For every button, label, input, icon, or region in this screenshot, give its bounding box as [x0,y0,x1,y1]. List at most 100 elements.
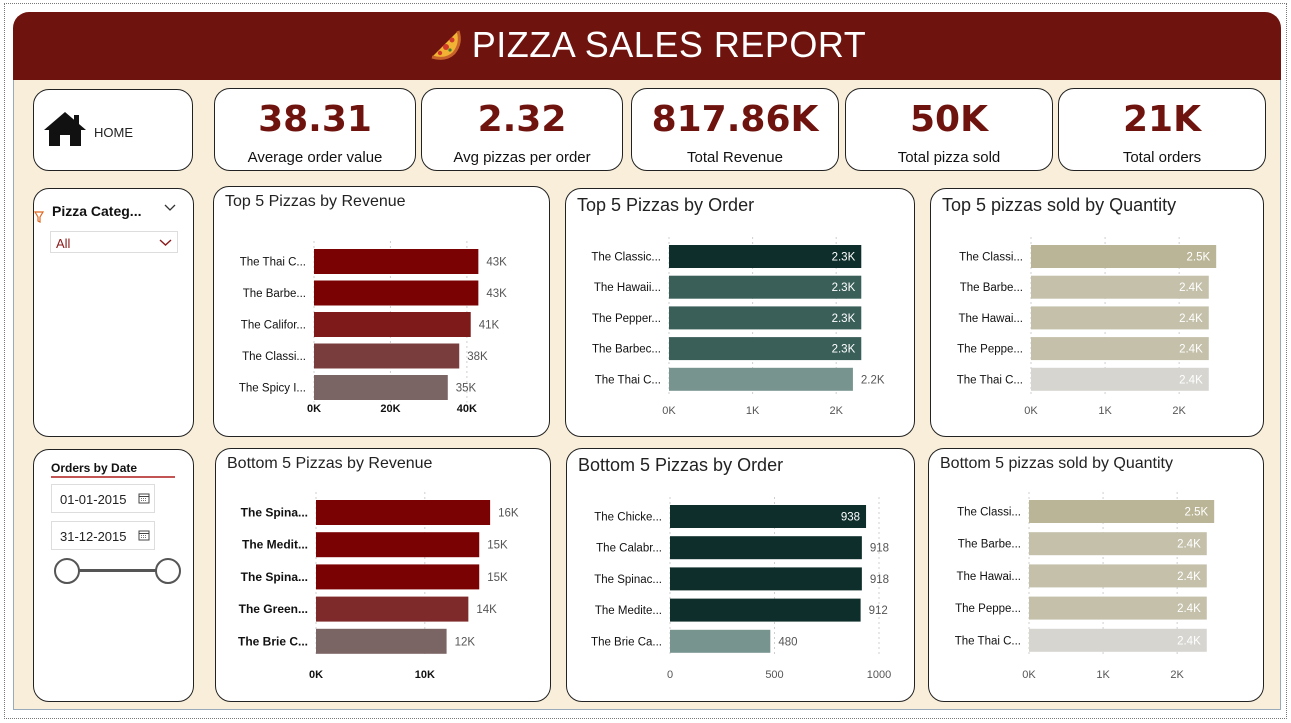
top-quantity-chart: 0K 1K 2K The Classi... 2.5K The Barbe... 2.4K T… [957,237,1217,417]
category-label: The Spicy I... [239,383,306,395]
chart-card-top-revenue: Top 5 Pizzas by Revenue 0K 20K 40K The Thai… [213,186,550,437]
kpi-label: Total orders [1122,149,1202,166]
category-label: The Green... [239,602,308,616]
bar [316,596,469,622]
tick-label: 20K [380,403,400,415]
category-label: The Peppe... [957,344,1023,356]
category-label: The Calabr... [596,543,662,555]
bar [670,536,862,560]
bar [670,598,861,622]
report-title-wrapper: PIZZA SALES REPORT [13,24,1281,66]
tick-label: 0K [1022,669,1036,681]
data-label: 14K [476,604,497,616]
category-label: The Hawai... [958,313,1023,325]
date-slicer: Orders by Date 01-01-2015 31-12-2015 [33,449,194,702]
bar [314,312,471,337]
tick-label: 2K [1172,405,1186,417]
chart-title: Top 5 Pizzas by Order [577,195,755,215]
bar [316,500,491,525]
bottom-revenue-chart: 0K 10K The Spina... 16K The Medit... 15K The S… [238,492,519,681]
chevron-down-icon[interactable] [164,204,176,212]
pizza-icon [431,30,461,60]
tick-label: 0K [309,669,323,681]
category-label: The Pepper... [592,313,661,325]
data-label: 43K [486,288,507,300]
date-range-slider-track[interactable] [66,569,166,572]
chart-title: Top 5 Pizzas by Revenue [225,193,406,210]
data-label: 2.3K [832,252,856,264]
tick-label: 0 [667,669,673,681]
category-label: The Thai C... [240,257,306,269]
data-label: 16K [498,508,519,520]
category-label: The Brie C... [238,634,308,648]
category-label: The Medite... [595,605,662,617]
bar [316,564,480,590]
data-label: 918 [870,574,889,586]
home-label: HOME [94,125,133,140]
category-label: The Thai C... [595,374,661,386]
category-label: The Classi... [957,507,1021,519]
kpi-card-avg-order-value: 38.31 Average order value [214,88,416,171]
tick-label: 1K [1098,405,1112,417]
data-label: 918 [870,543,889,555]
category-label: The Barbe... [958,539,1021,551]
date-range-slider-end-handle[interactable] [155,558,181,584]
kpi-value: 817.86K [651,99,819,140]
data-label: 2.5K [1187,252,1211,264]
home-button[interactable]: HOME [33,89,193,171]
category-label: The Chicke... [594,512,662,524]
data-label: 15K [487,572,508,584]
tick-label: 40K [457,403,477,415]
bar [314,249,479,274]
data-label: 43K [486,257,507,269]
kpi-label: Avg pizzas per order [453,149,591,166]
kpi-value: 38.31 [258,99,372,140]
tick-label: 10K [415,669,435,681]
data-label: 2.3K [832,344,856,356]
chart-card-top-quantity: Top 5 pizzas sold by Quantity 0K 1K 2K The … [930,188,1264,437]
calendar-icon[interactable] [138,529,150,541]
end-date-value: 31-12-2015 [60,529,127,544]
bottom-orders-chart: 0 500 1000 The Chicke... 938 The Calabr... 918… [591,497,891,681]
category-dropdown[interactable]: All [50,231,178,253]
data-label: 15K [487,540,508,552]
chevron-down-icon [159,239,172,246]
top-revenue-chart: 0K 20K 40K The Thai C... 43K The Barbe... 43K T… [239,241,507,415]
home-icon [44,112,86,146]
chart-card-bottom-orders: Bottom 5 Pizzas by Order 0 500 1000 The Chi… [566,448,915,702]
bar [316,532,480,558]
bar [314,280,479,306]
chart-card-bottom-revenue: Bottom 5 Pizzas by Revenue 0K 10K The Spin… [215,448,551,702]
bar [670,567,862,591]
bar [314,375,448,400]
data-label: 2.5K [1185,507,1209,519]
category-label: The Barbec... [592,344,661,356]
category-label: The Hawai... [956,571,1021,583]
tick-label: 1000 [867,669,891,681]
kpi-label: Total Revenue [687,149,783,166]
kpi-card-total-orders: 21K Total orders [1058,88,1266,171]
chart-title: Bottom 5 Pizzas by Order [578,455,784,475]
data-label: 38K [467,351,488,363]
start-date-input[interactable]: 01-01-2015 [51,484,155,513]
date-slicer-title: Orders by Date [51,461,138,475]
category-slicer-title: Pizza Categ... [52,203,142,219]
data-label: 938 [841,512,860,524]
bar [670,629,771,653]
chart-title: Bottom 5 Pizzas by Revenue [227,455,433,472]
category-label: The Califor... [241,320,306,332]
data-label: 2.4K [1179,282,1203,294]
data-label: 480 [778,636,797,648]
category-label: The Spina... [241,570,308,584]
end-date-input[interactable]: 31-12-2015 [51,521,155,550]
bar [669,367,853,391]
date-range-slider-start-handle[interactable] [54,558,80,584]
kpi-card-avg-pizzas-per-order: 2.32 Avg pizzas per order [421,88,623,171]
category-label: The Barbe... [243,288,306,300]
category-label: The Thai C... [957,374,1023,386]
bar [670,505,867,528]
category-label: The Classi... [959,252,1023,264]
category-label: The Classic... [591,252,661,264]
calendar-icon[interactable] [138,492,150,504]
category-label: The Classi... [242,351,306,363]
